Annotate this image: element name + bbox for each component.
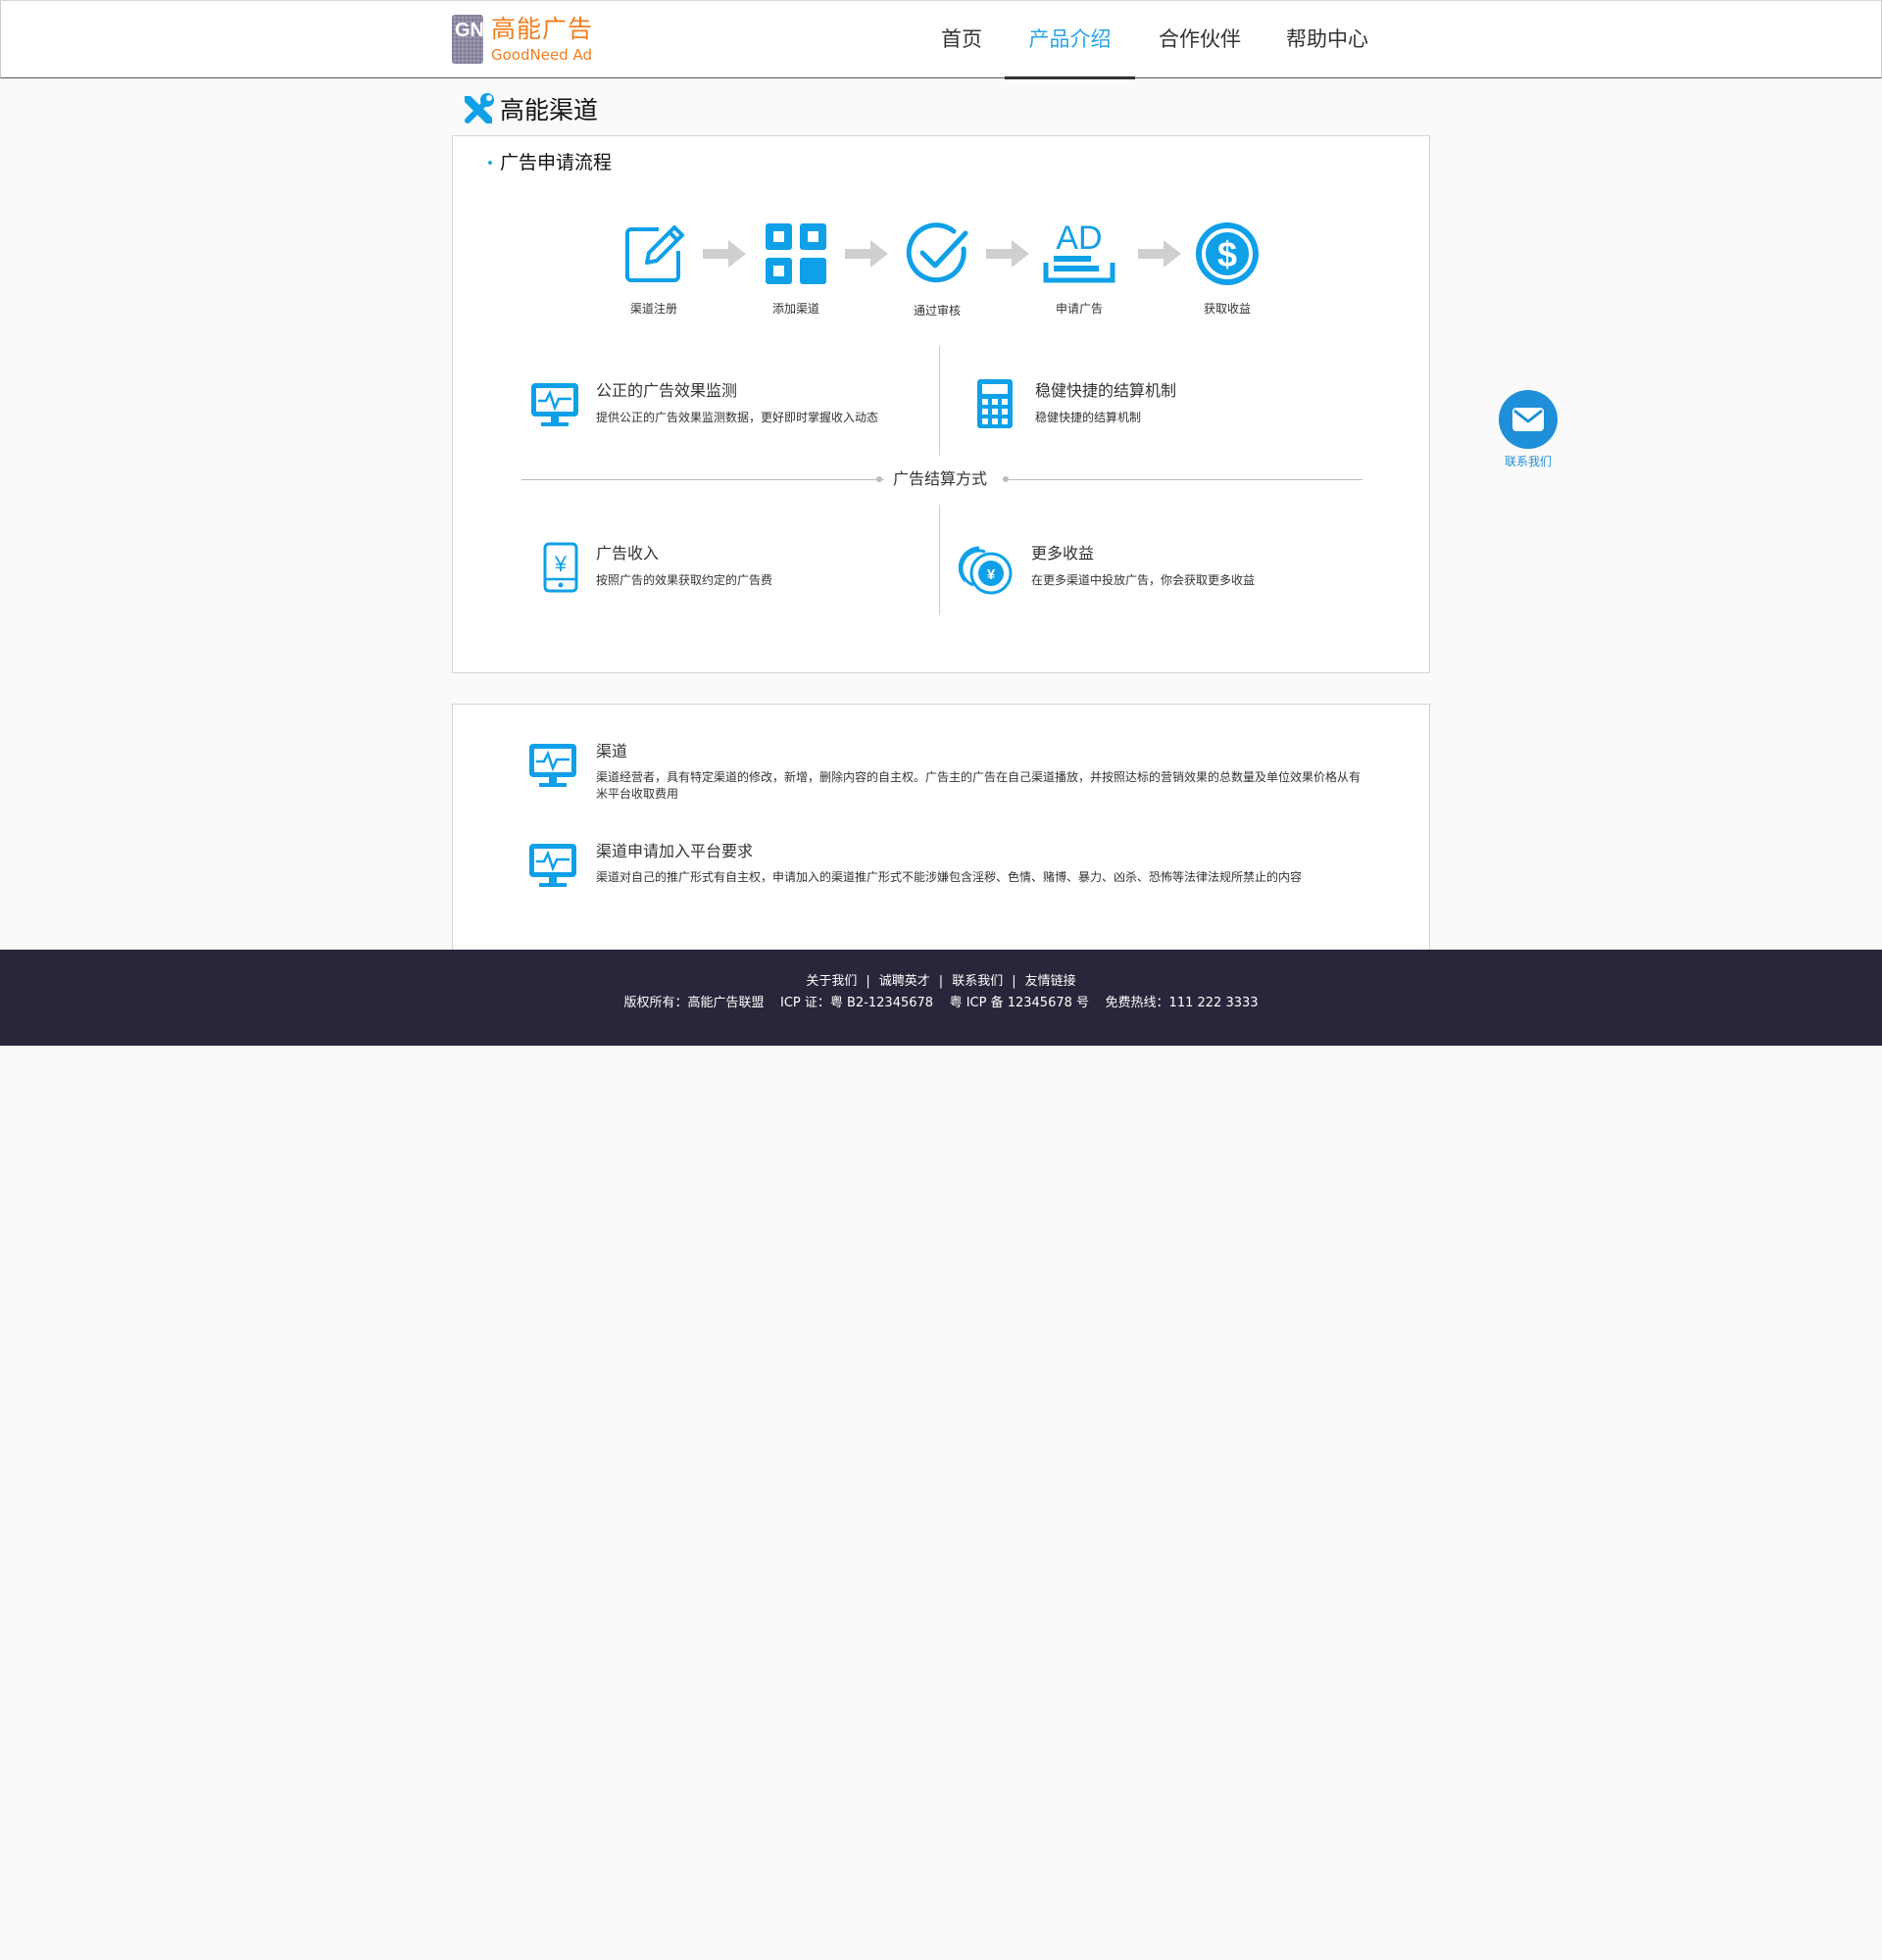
ad-icon: AD — [1043, 220, 1115, 283]
arrow-right-icon — [1138, 240, 1181, 268]
feature-title: 更多收益 — [1031, 544, 1095, 563]
step-label: 渠道注册 — [629, 302, 677, 316]
footer-copyright: 版权所有：高能广告联盟 ICP 证：粤 B2-12345678 粤 ICP 备 … — [623, 996, 1259, 1010]
info-text: 渠道经营者，具有特定渠道的修改，新增，删除内容的自主权。广告主的广告在自己渠道播… — [596, 770, 1362, 801]
footer-separator: | — [938, 974, 944, 989]
footer-link-friends[interactable]: 友情链接 — [1025, 974, 1076, 989]
settlement-divider-label: 广告结算方式 — [893, 469, 988, 488]
footer-link-about[interactable]: 关于我们 — [806, 974, 857, 989]
info-text: 渠道对自己的推广形式有自主权，申请加入的渠道推广形式不能涉嫌包含淫秽、色情、赌博… — [596, 870, 1303, 884]
phone-yen-icon: ¥ — [543, 542, 578, 593]
feature-ad-income: ¥ 广告收入 按照广告的效果获取约定的广告费 — [529, 542, 902, 611]
monitor-icon — [529, 844, 576, 887]
process-title: 广告申请流程 — [500, 152, 613, 173]
info-channel: 渠道 渠道经营者，具有特定渠道的修改，新增，删除内容的自主权。广告主的广告在自己… — [527, 740, 1390, 808]
divider-line-left — [521, 479, 884, 480]
info-title: 渠道申请加入平台要求 — [596, 842, 754, 860]
monitor-icon — [531, 383, 578, 426]
tools-icon — [465, 93, 494, 123]
feature-desc: 提供公正的广告效果监测数据，更好即时掌握收入动态 — [596, 411, 879, 424]
step-label: 通过审核 — [913, 304, 961, 318]
logo-mark-icon: GN — [452, 15, 484, 64]
logo-text-en: GoodNeed Ad — [491, 46, 592, 64]
yen-symbol: ¥ — [987, 566, 996, 583]
vertical-divider — [939, 505, 940, 614]
step-label: 申请广告 — [1055, 302, 1103, 316]
footer-separator: | — [1012, 974, 1016, 989]
coins-yen-icon: ¥ — [958, 546, 1013, 595]
feature-title: 稳健快捷的结算机制 — [1035, 381, 1177, 400]
contact-us-float[interactable]: 联系我们 — [1498, 390, 1559, 470]
feature-desc: 在更多渠道中投放广告，你会获取更多收益 — [1031, 573, 1256, 587]
vertical-divider — [939, 346, 940, 456]
logo[interactable]: GN 高能广告 GoodNeed Ad — [452, 15, 599, 66]
step-review: 通过审核 — [893, 220, 981, 318]
nav-help[interactable]: 帮助中心 — [1275, 1, 1379, 78]
section-title-text: 高能渠道 — [500, 96, 599, 124]
feature-desc: 按照广告的效果获取约定的广告费 — [596, 573, 773, 587]
feature-title: 广告收入 — [596, 544, 660, 563]
divider-dot — [876, 476, 882, 482]
step-apply-ad: AD 申请广告 — [1035, 220, 1123, 316]
yen-symbol: ¥ — [554, 552, 568, 576]
step-earn: $ 获取收益 — [1183, 220, 1271, 316]
logo-text-cn: 高能广告 — [491, 15, 594, 43]
nav-home[interactable]: 首页 — [930, 1, 993, 78]
grid-icon — [766, 223, 826, 284]
logo-mark-letter-g: GN — [455, 20, 484, 41]
dollar-circle-icon: $ — [1196, 222, 1259, 285]
edit-icon — [625, 225, 684, 282]
nav-partners[interactable]: 合作伙伴 — [1148, 1, 1252, 78]
process-panel: 广告申请流程 渠道注册 添加渠道 通过审核 AD 申请广告 $ 获取收益 公正的… — [452, 135, 1430, 673]
mail-icon — [1512, 408, 1544, 431]
contact-circle — [1499, 390, 1558, 449]
step-label: 获取收益 — [1203, 302, 1251, 316]
footer-link-contact[interactable]: 联系我们 — [952, 974, 1003, 989]
contact-label: 联系我们 — [1504, 455, 1552, 468]
arrow-right-icon — [703, 240, 746, 268]
monitor-icon — [529, 744, 576, 787]
info-panel: 渠道 渠道经营者，具有特定渠道的修改，新增，删除内容的自主权。广告主的广告在自己… — [452, 704, 1430, 951]
step-add-channel: 添加渠道 — [752, 220, 840, 316]
arrow-right-icon — [986, 240, 1029, 268]
feature-more-earnings: ¥ 更多收益 在更多渠道中投放广告，你会获取更多收益 — [958, 542, 1330, 611]
feature-title: 公正的广告效果监测 — [596, 381, 738, 400]
site-header: GN 高能广告 GoodNeed Ad 首页 产品介绍 合作伙伴 帮助中心 — [0, 0, 1882, 79]
calculator-icon — [977, 379, 1013, 428]
site-footer: 关于我们 | 诚聘英才 | 联系我们 | 友情链接 版权所有：高能广告联盟 ICP 证：粤 … — [0, 950, 1882, 1046]
feature-settlement: 稳健快捷的结算机制 稳健快捷的结算机制 — [965, 379, 1337, 448]
dollar-symbol: $ — [1217, 234, 1237, 274]
check-circle-icon — [906, 222, 968, 283]
step-label: 添加渠道 — [771, 302, 819, 316]
feature-monitoring: 公正的广告效果监测 提供公正的广告效果监测数据，更好即时掌握收入动态 — [529, 379, 902, 448]
divider-line-right — [1008, 479, 1362, 480]
footer-separator: | — [866, 974, 870, 989]
footer-link-careers[interactable]: 诚聘英才 — [879, 974, 930, 989]
info-title: 渠道 — [596, 742, 628, 760]
info-requirements: 渠道申请加入平台要求 渠道对自己的推广形式有自主权，申请加入的渠道推广形式不能涉… — [527, 840, 1390, 899]
ad-icon-text: AD — [1056, 220, 1102, 257]
step-register: 渠道注册 — [610, 220, 698, 316]
feature-desc: 稳健快捷的结算机制 — [1035, 411, 1142, 424]
footer-links: 关于我们 | 诚聘英才 | 联系我们 | 友情链接 — [0, 973, 1882, 991]
nav-products[interactable]: 产品介绍 — [1005, 1, 1135, 79]
arrow-right-icon — [845, 240, 888, 268]
